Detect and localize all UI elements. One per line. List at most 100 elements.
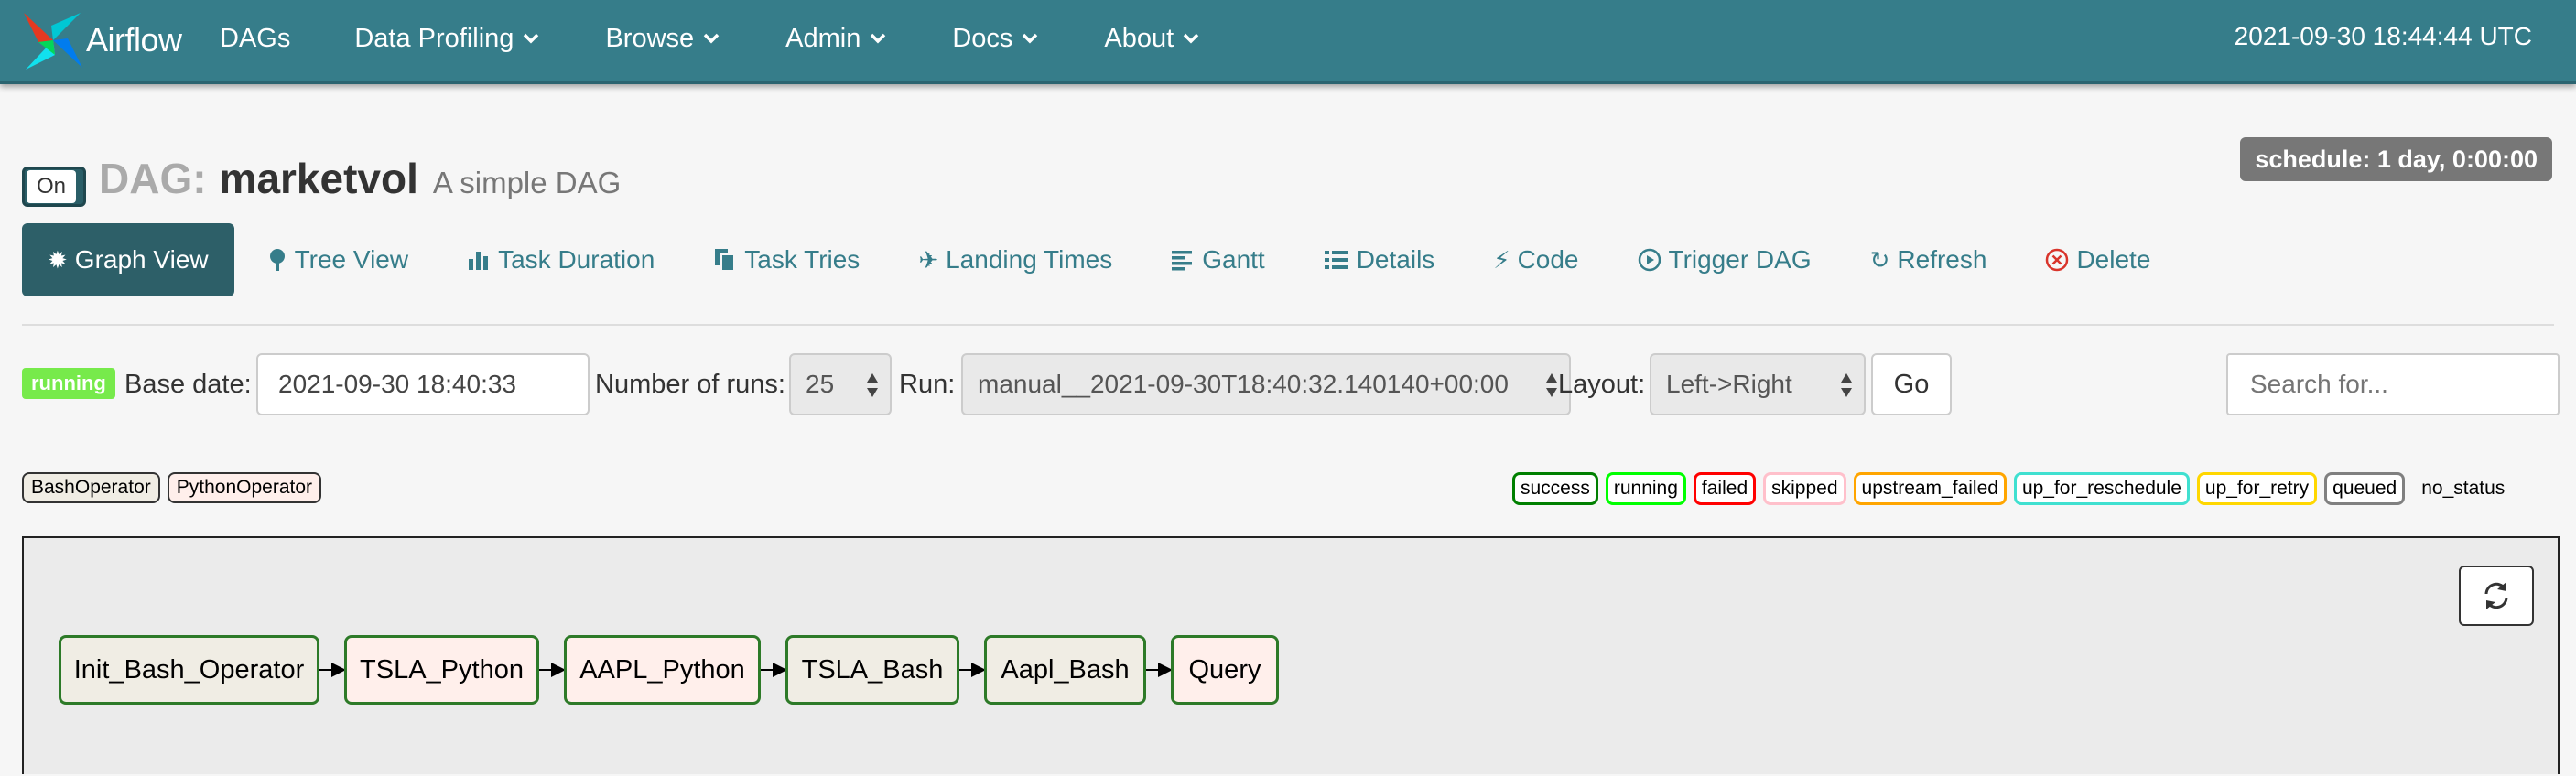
- toggle-label: On: [27, 170, 76, 203]
- dag-prefix: DAG:: [99, 155, 207, 202]
- remove-circle-icon: [2046, 248, 2069, 272]
- flash-icon: ⚡: [1493, 245, 1510, 274]
- tab-task-duration[interactable]: Task Duration: [441, 223, 680, 296]
- schedule-badge: schedule: 1 day, 0:00:00: [2240, 137, 2552, 181]
- tab-label: Delete: [2076, 245, 2151, 274]
- dag-description: A simple DAG: [432, 166, 622, 199]
- dag-view-tabs: ✹ Graph View Tree View Task Duration Tas…: [22, 223, 2554, 326]
- tab-code[interactable]: ⚡ Code: [1467, 223, 1604, 296]
- tab-delete[interactable]: Delete: [2019, 223, 2176, 296]
- task-node-tsla-python[interactable]: TSLA_Python: [344, 635, 539, 705]
- tab-label: Details: [1356, 245, 1435, 274]
- tab-label: Code: [1517, 245, 1579, 274]
- brand-text: Airflow: [86, 21, 182, 59]
- legend-queued: queued: [2324, 472, 2406, 505]
- legend-success: success: [1512, 472, 1598, 505]
- list-icon: [1324, 251, 1348, 269]
- task-node-init-bash-operator[interactable]: Init_Bash_Operator: [59, 635, 319, 705]
- base-date-label: Base date:: [124, 370, 252, 399]
- plane-icon: ✈: [918, 245, 939, 274]
- tab-label: Graph View: [74, 245, 209, 274]
- refresh-icon: ↻: [1869, 245, 1890, 274]
- nav-about-label: About: [1104, 23, 1174, 53]
- nav-dags-label: DAGs: [220, 23, 291, 53]
- task-node-query[interactable]: Query: [1171, 635, 1279, 705]
- legend-no-status: no_status: [2421, 478, 2506, 499]
- nav-docs[interactable]: Docs: [952, 24, 1040, 54]
- chevron-down-icon: [1183, 33, 1199, 44]
- task-node-tsla-bash[interactable]: TSLA_Bash: [785, 635, 959, 705]
- asterisk-icon: ✹: [48, 245, 68, 274]
- legend-up-for-retry: up_for_retry: [2196, 472, 2318, 505]
- tab-label: Trigger DAG: [1668, 245, 1812, 274]
- server-clock: 2021-09-30 18:44:44 UTC: [2234, 22, 2532, 50]
- nav-admin-label: Admin: [785, 23, 861, 53]
- task-node-aapl-bash[interactable]: Aapl_Bash: [984, 635, 1146, 705]
- duplicate-icon: [715, 249, 736, 272]
- search-input[interactable]: [2226, 353, 2560, 415]
- graph-controls: running Base date: 2021-09-30 18:40:33 N…: [22, 353, 2560, 415]
- nav-about[interactable]: About: [1104, 24, 1201, 54]
- task-node-aapl-python[interactable]: AAPL_Python: [564, 635, 761, 705]
- legend-running: running: [1605, 472, 1686, 505]
- layout-value: Left->Right: [1666, 370, 1792, 398]
- tab-details[interactable]: Details: [1298, 223, 1461, 296]
- run-label: Run:: [899, 370, 956, 399]
- airflow-logo-icon: [24, 13, 82, 70]
- align-left-icon: [1172, 251, 1193, 271]
- tab-task-tries[interactable]: Task Tries: [687, 223, 885, 296]
- dag-run-state-badge: running: [22, 368, 115, 399]
- nav-dags[interactable]: DAGs: [220, 24, 290, 54]
- tab-label: Landing Times: [946, 245, 1113, 274]
- tab-label: Task Tries: [744, 245, 860, 274]
- nav-data-profiling-label: Data Profiling: [354, 23, 514, 53]
- tab-trigger-dag[interactable]: Trigger DAG: [1612, 223, 1837, 296]
- state-legend: success running failed skipped upstream_…: [1512, 472, 2505, 505]
- dag-title: DAG: marketvol A simple DAG: [99, 154, 621, 209]
- tab-label: Tree View: [294, 245, 409, 274]
- select-arrows-icon: [1546, 373, 1557, 397]
- num-runs-select[interactable]: 25: [789, 353, 892, 415]
- chevron-down-icon: [703, 33, 720, 44]
- legend-skipped: skipped: [1763, 472, 1846, 505]
- legend-python-operator: PythonOperator: [167, 472, 322, 503]
- nav-data-profiling[interactable]: Data Profiling: [354, 24, 541, 54]
- dag-graph-canvas[interactable]: Init_Bash_Operator TSLA_Python AAPL_Pyth…: [22, 536, 2560, 774]
- tab-label: Refresh: [1897, 245, 1987, 274]
- tree-icon: [269, 249, 285, 271]
- legend-up-for-reschedule: up_for_reschedule: [2013, 472, 2190, 505]
- operator-legend: BashOperator PythonOperator: [22, 472, 329, 503]
- nav-browse[interactable]: Browse: [605, 24, 721, 54]
- tab-label: Gantt: [1202, 245, 1265, 274]
- top-navbar: Airflow DAGs Data Profiling Browse Admin…: [0, 0, 2576, 84]
- chevron-down-icon: [1023, 33, 1038, 44]
- tab-graph-view[interactable]: ✹ Graph View: [22, 223, 234, 296]
- legend-bash-operator: BashOperator: [22, 472, 160, 503]
- chevron-down-icon: [871, 33, 886, 44]
- graph-refresh-button[interactable]: [2459, 566, 2534, 626]
- select-arrows-icon: [1841, 373, 1852, 397]
- layout-select[interactable]: Left->Right: [1650, 353, 1866, 415]
- num-runs-value: 25: [806, 370, 835, 398]
- dag-pause-toggle[interactable]: On: [22, 167, 86, 207]
- nav-admin[interactable]: Admin: [785, 24, 888, 54]
- select-arrows-icon: [867, 373, 878, 397]
- tab-refresh[interactable]: ↻ Refresh: [1845, 223, 2013, 296]
- tab-landing-times[interactable]: ✈ Landing Times: [893, 223, 1138, 296]
- brand[interactable]: Airflow: [20, 5, 182, 75]
- legend-failed: failed: [1693, 472, 1757, 505]
- run-value: manual__2021-09-30T18:40:32.140140+00:00: [978, 370, 1509, 398]
- tab-tree-view[interactable]: Tree View: [242, 223, 435, 296]
- chevron-down-icon: [524, 33, 539, 44]
- base-date-input[interactable]: 2021-09-30 18:40:33: [256, 353, 590, 415]
- layout-label: Layout:: [1558, 370, 1646, 399]
- run-select[interactable]: manual__2021-09-30T18:40:32.140140+00:00: [961, 353, 1571, 415]
- refresh-icon: [2484, 582, 2508, 609]
- tab-gantt[interactable]: Gantt: [1145, 223, 1290, 296]
- nav-docs-label: Docs: [952, 23, 1013, 53]
- num-runs-label: Number of runs:: [595, 370, 785, 399]
- go-button[interactable]: Go: [1871, 353, 1952, 415]
- tab-label: Task Duration: [498, 245, 655, 274]
- bar-chart-icon: [469, 252, 489, 270]
- legend-upstream-failed: upstream_failed: [1853, 472, 2007, 505]
